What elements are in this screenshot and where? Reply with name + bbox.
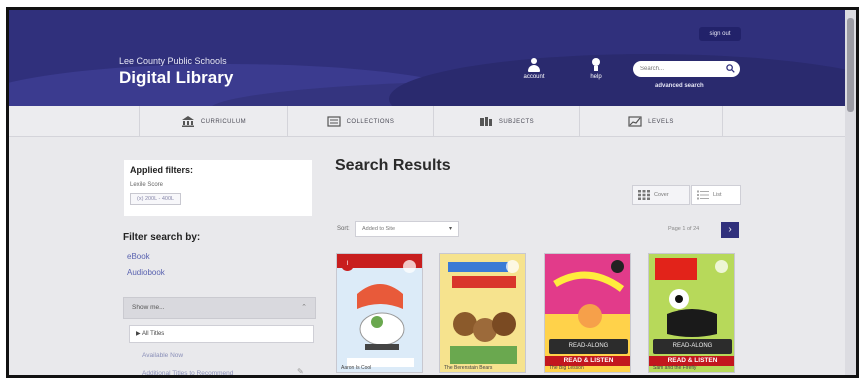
level-badge: I [341,258,354,271]
view-list-button[interactable]: List [691,185,741,205]
page-indicator: Page 1 of 24 [668,226,700,232]
filter-search-by-title: Filter search by: [123,232,201,243]
sort-value: Added to Site [362,226,396,232]
book-card[interactable]: I Aaron Is Cool [336,253,423,373]
user-icon [527,58,541,72]
sign-out-button[interactable]: sign out [699,27,741,41]
search-icon[interactable] [726,64,735,73]
filter-link-audiobook[interactable]: Audiobook [127,268,165,277]
filter-link-ebook[interactable]: eBook [127,252,150,261]
chevron-up-icon: ⌃ [301,304,307,311]
availability-icon[interactable] [715,260,728,273]
availability-icon[interactable] [403,260,416,273]
all-titles-option[interactable]: ▶ All Titles [129,325,314,343]
lightbulb-icon [589,58,603,72]
building-icon [181,116,194,127]
sort-label: Sort: [337,226,350,232]
sort-select[interactable]: Added to Site ▾ [355,221,459,237]
site-header: Lee County Public Schools Digital Librar… [9,10,856,106]
cover-label: Cover [654,192,669,198]
book-title: Sam and the Firefly [653,365,697,371]
applied-filters-title: Applied filters: [130,165,194,175]
recommend-icon: ✎ [297,367,304,376]
scrollbar-thumb[interactable] [847,18,854,112]
nav-levels[interactable]: LEVELS [579,106,723,137]
grid-icon [638,190,650,200]
available-now-option[interactable]: Available Now [142,352,183,359]
nav-label: SUBJECTS [498,118,535,125]
nav-collections[interactable]: COLLECTIONS [287,106,433,137]
book-title: The Big Lesson [549,365,584,371]
help-label: help [590,74,602,80]
nav-label: CURRICULUM [200,118,247,125]
account-button[interactable]: account [519,58,549,80]
org-name: Lee County Public Schools [119,56,227,66]
read-along-badge: READ-ALONG [653,339,732,354]
page-title: Search Results [335,157,451,174]
account-label: account [523,74,545,80]
list-label: List [713,192,722,198]
show-me-dropdown[interactable]: Show me... ⌃ [123,297,316,319]
additional-titles-option[interactable]: Additional Titles to Recommend [142,370,233,375]
book-card[interactable]: READ-ALONG READ & LISTEN Sam and the Fir… [648,253,735,373]
scrollbar[interactable] [845,10,856,375]
book-card[interactable]: READ-ALONG READ & LISTEN The Big Lesson [544,253,631,373]
book-title: The Berenstain Bears [444,365,493,371]
applied-filters-panel: Applied filters: Lexile Score (x) 200L -… [124,160,312,216]
browser-frame: Lee County Public Schools Digital Librar… [6,7,859,378]
nav-curriculum[interactable]: CURRICULUM [139,106,287,137]
collections-icon [326,116,341,127]
main-nav: CURRICULUM COLLECTIONS SUBJECTS LEVELS [9,106,856,137]
availability-icon[interactable] [506,260,519,273]
help-button[interactable]: help [581,58,611,80]
list-icon [697,190,709,200]
advanced-search-link[interactable]: advanced search [655,83,704,89]
search-box [633,61,740,77]
book-card[interactable]: The Berenstain Bears [439,253,526,373]
read-along-badge: READ-ALONG [549,339,628,354]
subjects-icon [479,117,492,126]
nav-subjects[interactable]: SUBJECTS [433,106,579,137]
caret-down-icon: ▾ [448,226,452,232]
view-cover-button[interactable]: Cover [632,185,690,205]
header-wave [389,54,856,106]
levels-icon [628,116,642,127]
book-title: Aaron Is Cool [341,365,372,371]
applied-filter-label: Lexile Score [130,182,164,188]
audiobook-icon[interactable] [611,260,624,273]
all-titles-text: ▶ All Titles [136,331,165,337]
site-title[interactable]: Digital Library [119,68,233,88]
nav-label: LEVELS [648,118,674,125]
search-input[interactable] [640,63,720,75]
nav-label: COLLECTIONS [346,118,395,125]
show-me-label: Show me... [132,304,165,311]
next-page-button[interactable]: › [721,222,739,238]
applied-filter-chip[interactable]: (x) 200L - 400L [130,193,182,205]
